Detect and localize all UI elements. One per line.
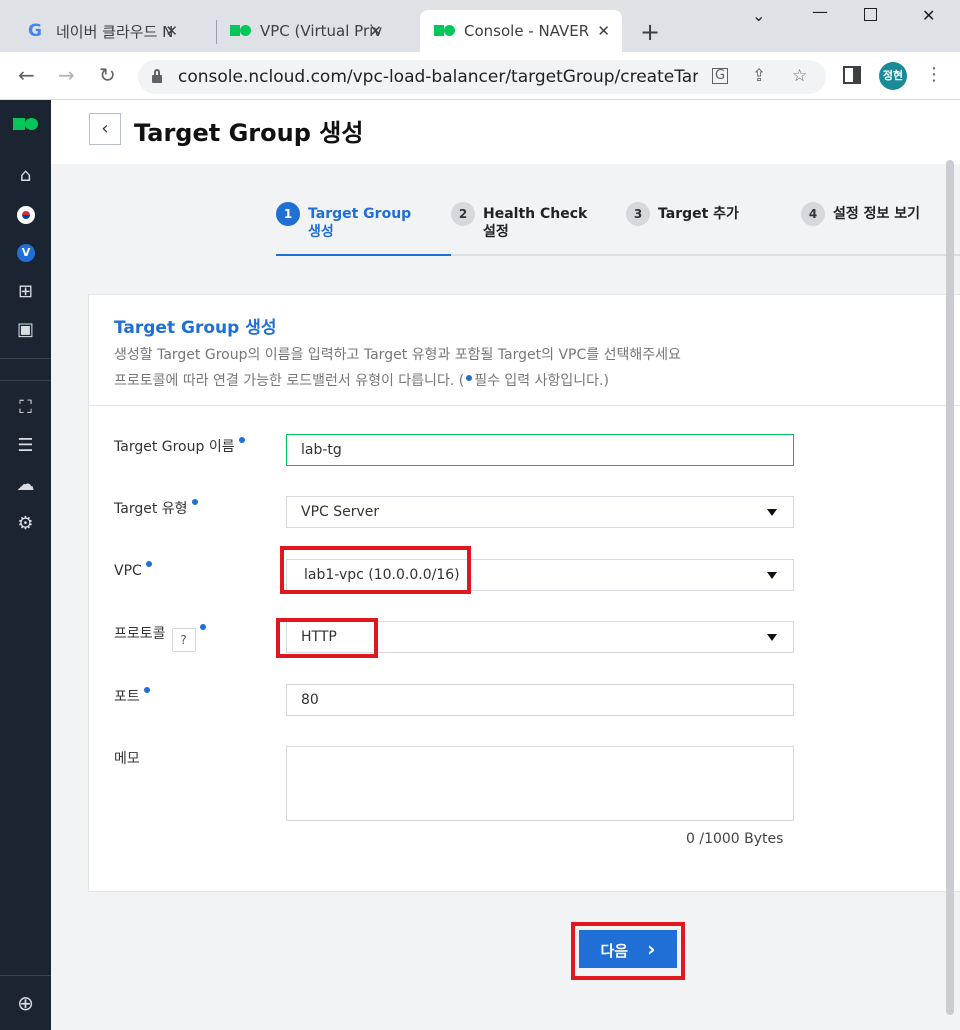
- port-label: 포트: [114, 686, 152, 706]
- profile-avatar[interactable]: 정현: [879, 62, 907, 90]
- required-dot-icon: [238, 437, 245, 443]
- caret-down-icon: [767, 509, 777, 516]
- vpc-highlight-box: [280, 546, 471, 594]
- description-line: 프로토콜에 따라 연결 가능한 로드밸런서 유형이 다릅니다. (필수 입력 사…: [114, 373, 609, 389]
- url-text[interactable]: console.ncloud.com/vpc-load-balancer/tar…: [178, 67, 698, 87]
- step-number: 4: [801, 202, 825, 226]
- side-panel-icon[interactable]: [843, 66, 861, 84]
- page-scrollbar[interactable]: [946, 160, 954, 1015]
- back-arrow-icon[interactable]: ←: [18, 64, 35, 86]
- required-dot-icon: [145, 561, 152, 567]
- page-header: ‹ Target Group 생성: [51, 100, 960, 164]
- help-question-icon[interactable]: ?: [171, 628, 196, 652]
- port-input[interactable]: 80: [286, 684, 794, 716]
- description-line: 생성할 Target Group의 이름을 입력하고 Target 유형과 포함…: [114, 347, 681, 363]
- translate-icon[interactable]: G: [712, 68, 729, 84]
- ncloud-favicon-icon: [434, 25, 455, 36]
- ncloud-logo[interactable]: [13, 118, 39, 130]
- cloud-icon[interactable]: ☁: [0, 467, 51, 503]
- browser-tab-vpc[interactable]: VPC (Virtual Privat ✕: [204, 10, 394, 52]
- back-button[interactable]: ‹: [89, 113, 121, 145]
- reload-icon[interactable]: ↻: [99, 64, 116, 86]
- step-number: 1: [276, 202, 300, 226]
- tab-close-icon[interactable]: ✕: [369, 22, 382, 40]
- google-icon: G: [28, 21, 42, 41]
- chevron-left-icon: ‹: [101, 118, 109, 139]
- left-sidebar: ⌂ V ⊞ ▣ ⛶ ☰ ☁ ⚙ ⊕: [0, 100, 51, 1030]
- target-group-name-input[interactable]: lab-tg: [286, 434, 794, 466]
- maximize-icon[interactable]: [864, 8, 877, 21]
- grid-icon[interactable]: ⊞: [0, 274, 51, 310]
- target-type-select[interactable]: VPC Server: [286, 496, 794, 528]
- browser-tab-naver-cloud[interactable]: G 네이버 클라우드 N ✕: [0, 10, 190, 52]
- sidebar-divider: [0, 380, 51, 381]
- protocol-highlight-box: [276, 618, 378, 658]
- step-label: Target 추가: [658, 206, 739, 222]
- chevron-right-icon: ›: [647, 937, 656, 961]
- korea-region-icon[interactable]: [17, 206, 35, 224]
- vpc-badge-icon[interactable]: V: [17, 244, 35, 262]
- sidebar-divider: [0, 358, 51, 359]
- dashboard-icon[interactable]: ▣: [0, 312, 51, 348]
- next-button[interactable]: 다음 ›: [579, 930, 677, 968]
- step-label: Health Check 설정: [483, 206, 588, 240]
- window-close-icon[interactable]: ✕: [922, 6, 935, 25]
- required-dot-icon: [191, 499, 198, 505]
- form-title: Target Group 생성: [114, 318, 277, 338]
- type-label: Target 유형: [114, 498, 200, 518]
- tab-title: VPC (Virtual Privat: [260, 22, 382, 40]
- step-number: 2: [451, 202, 475, 226]
- caret-down-icon: [767, 572, 777, 579]
- server-icon[interactable]: ☰: [0, 428, 51, 464]
- protocol-label: 프로토콜?: [114, 623, 208, 652]
- step-label: Target Group 생성: [308, 206, 412, 240]
- ncloud-favicon-icon: [230, 25, 251, 36]
- active-step-underline: [276, 254, 451, 256]
- tab-search-chevron-icon[interactable]: ⌄: [752, 6, 765, 25]
- form-description: 생성할 Target Group의 이름을 입력하고 Target 유형과 포함…: [114, 342, 814, 394]
- memo-label: 메모: [114, 751, 140, 767]
- new-tab-icon[interactable]: +: [640, 20, 660, 44]
- form-card: Target Group 생성 생성할 Target Group의 이름을 입력…: [88, 294, 960, 892]
- bookmark-star-icon[interactable]: ☆: [792, 66, 807, 86]
- home-icon[interactable]: ⌂: [0, 158, 51, 194]
- required-dot-icon: [199, 624, 206, 630]
- next-label: 다음: [600, 942, 629, 960]
- tab-title: 네이버 클라우드 N: [56, 22, 174, 41]
- share-icon[interactable]: ⇪: [752, 66, 766, 86]
- globe-icon[interactable]: ⊕: [0, 975, 51, 1030]
- more-menu-icon[interactable]: ⋮: [925, 64, 943, 86]
- memo-textarea[interactable]: [286, 746, 794, 821]
- step-indicator: 1 Target Group 생성 2 Health Check 설정 3 Ta…: [276, 200, 960, 256]
- settings-gear-icon[interactable]: ⚙: [0, 506, 51, 542]
- memo-byte-counter: 0 /1000 Bytes: [686, 831, 784, 847]
- select-value: VPC Server: [301, 504, 380, 520]
- caret-down-icon: [767, 634, 777, 641]
- divider: [89, 405, 960, 406]
- tab-close-icon[interactable]: ✕: [597, 22, 610, 40]
- browser-tab-strip: G 네이버 클라우드 N ✕ VPC (Virtual Privat ✕ Con…: [0, 0, 960, 52]
- vpc-label: VPC: [114, 561, 154, 579]
- address-toolbar: ← → ↻ console.ncloud.com/vpc-load-balanc…: [0, 52, 960, 100]
- required-dot-icon: [466, 375, 473, 381]
- step-1: 1 Target Group 생성: [276, 202, 418, 241]
- network-icon[interactable]: ⛶: [0, 390, 51, 426]
- url-bar[interactable]: console.ncloud.com/vpc-load-balancer/tar…: [138, 60, 826, 94]
- name-label: Target Group 이름: [114, 436, 247, 456]
- tab-close-icon[interactable]: ✕: [165, 22, 178, 40]
- step-2: 2 Health Check 설정: [451, 202, 593, 241]
- page-title: Target Group 생성: [134, 119, 364, 147]
- main-content: 1 Target Group 생성 2 Health Check 설정 3 Ta…: [51, 164, 960, 1030]
- minimize-icon[interactable]: —: [812, 2, 828, 21]
- tab-title: Console - NAVER: [464, 22, 590, 40]
- lock-icon: [152, 69, 162, 83]
- step-3: 3 Target 추가: [626, 202, 768, 226]
- step-4: 4 설정 정보 보기: [801, 202, 925, 226]
- required-dot-icon: [143, 687, 150, 693]
- forward-arrow-icon[interactable]: →: [58, 64, 75, 86]
- step-label: 설정 정보 보기: [833, 206, 921, 222]
- step-number: 3: [626, 202, 650, 226]
- browser-tab-console[interactable]: Console - NAVER ✕: [420, 10, 622, 52]
